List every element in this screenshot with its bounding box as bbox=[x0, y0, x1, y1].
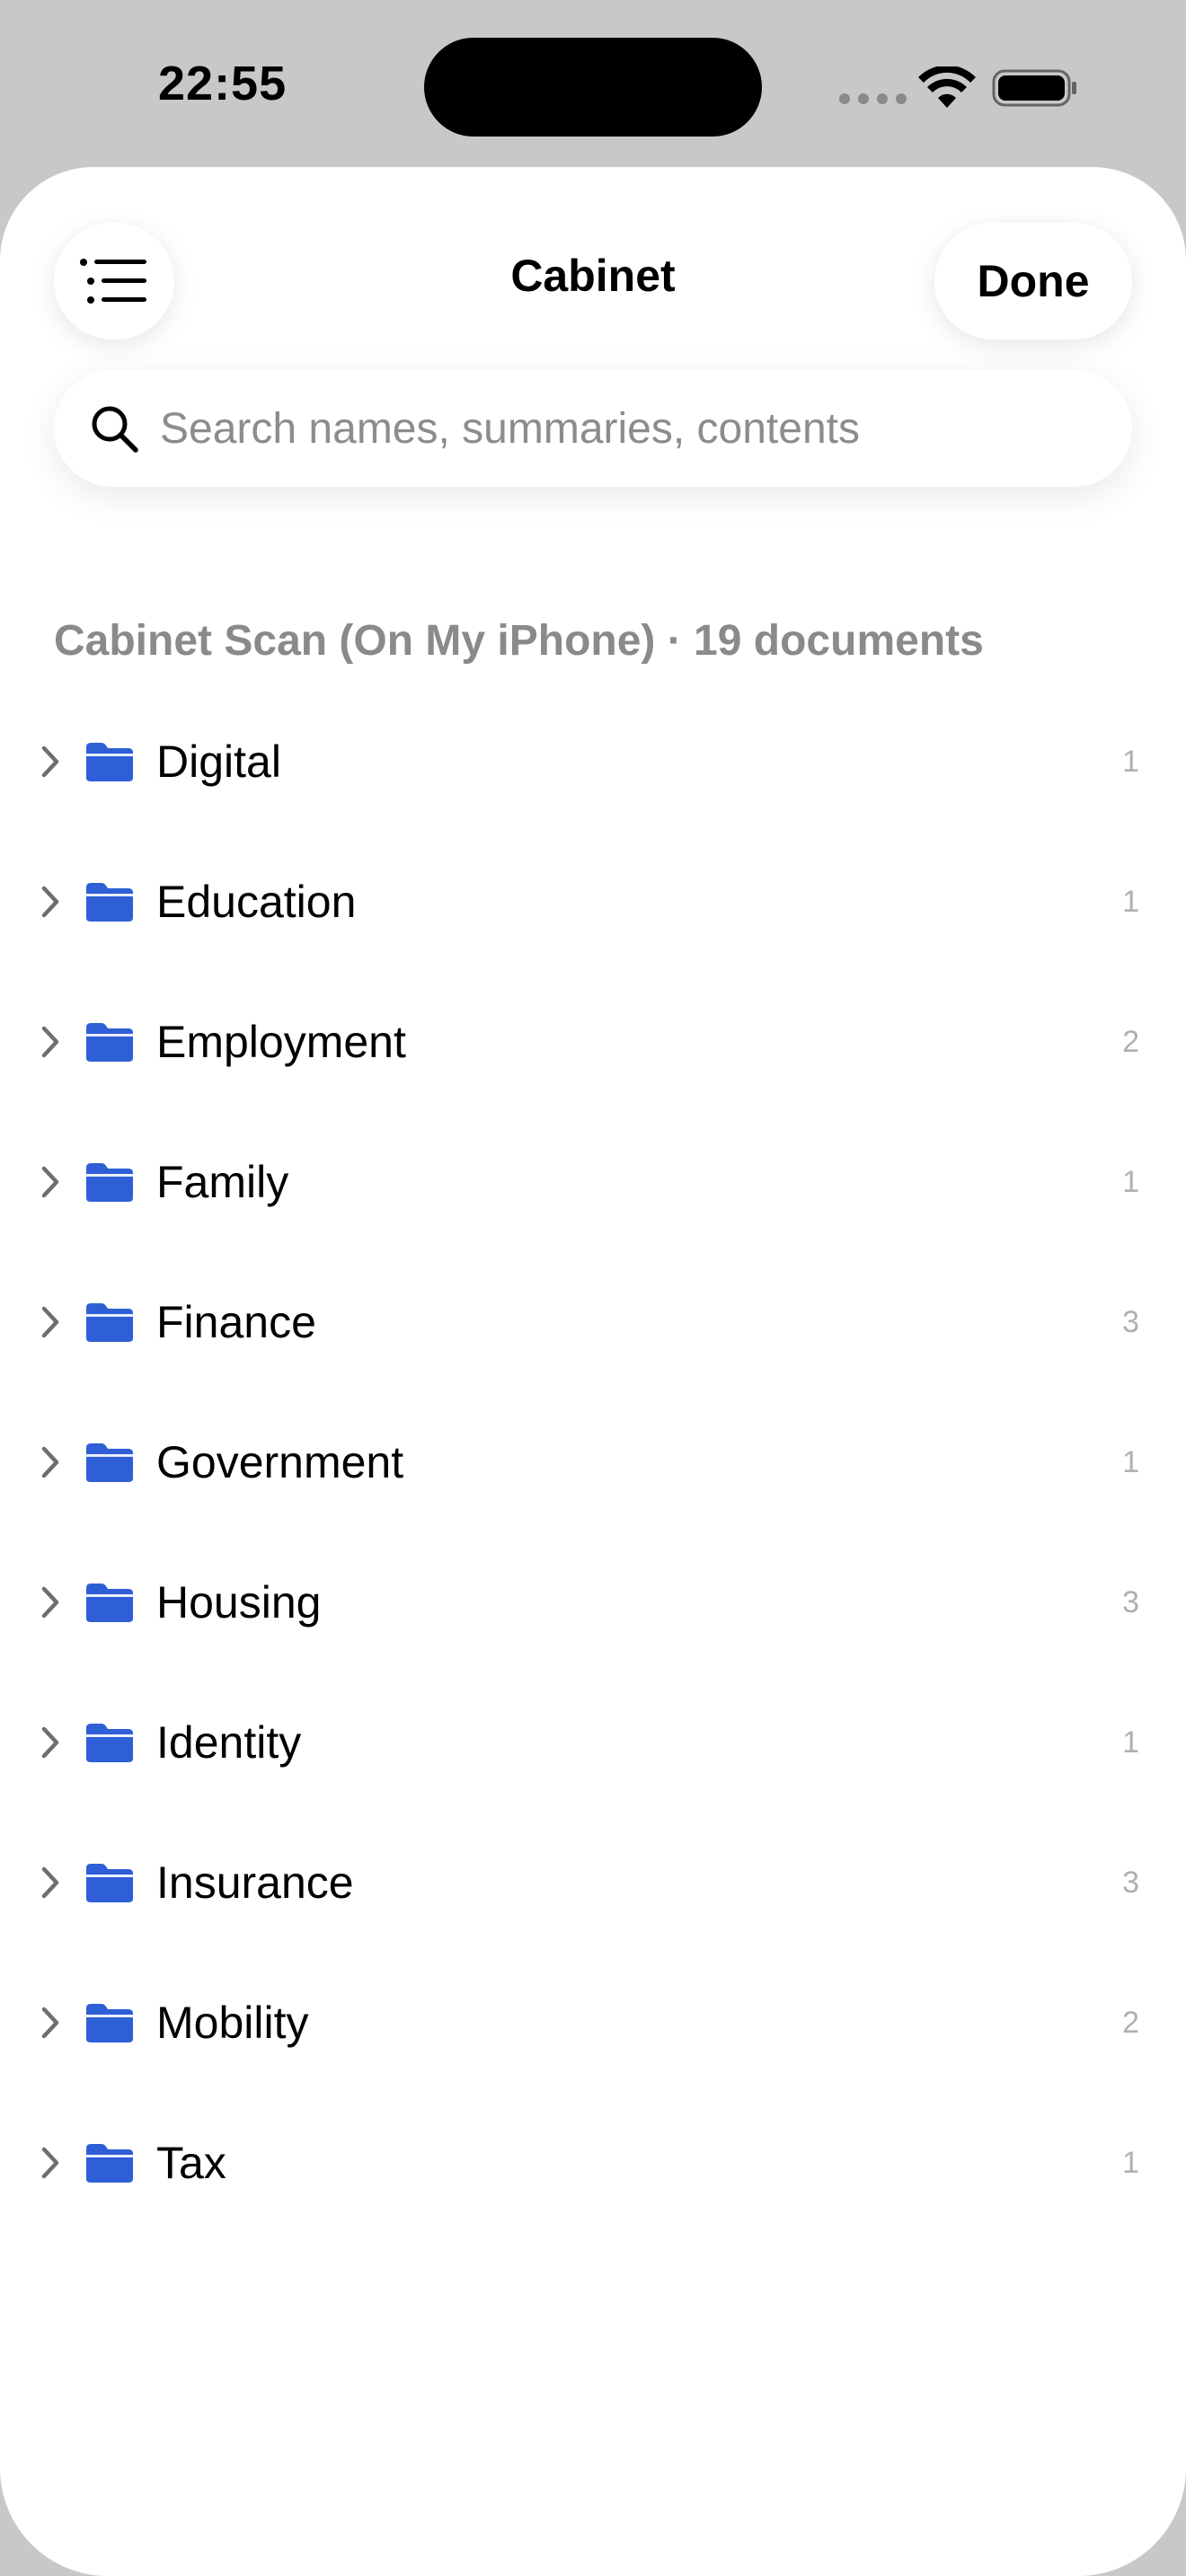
folder-name: Finance bbox=[156, 1297, 316, 1347]
menu-button[interactable] bbox=[54, 223, 174, 340]
chevron-right-icon bbox=[41, 1166, 59, 1198]
folder-name: Employment bbox=[156, 1017, 406, 1067]
folder-icon bbox=[86, 883, 133, 922]
folder-icon bbox=[86, 1724, 133, 1762]
cellular-signal-icon bbox=[839, 93, 907, 104]
section-header: Cabinet Scan (On My iPhone) · 19 documen… bbox=[54, 617, 984, 665]
chevron-right-icon bbox=[41, 1726, 59, 1759]
done-button[interactable]: Done bbox=[934, 223, 1132, 340]
folder-name: Mobility bbox=[156, 1998, 309, 2048]
folder-icon bbox=[86, 2004, 133, 2042]
folder-icon bbox=[86, 1303, 133, 1342]
status-bar: 22:55 bbox=[0, 0, 1186, 167]
chevron-right-icon bbox=[41, 886, 59, 918]
chevron-right-icon bbox=[41, 2147, 59, 2179]
folder-name: Identity bbox=[156, 1717, 302, 1768]
chevron-right-icon bbox=[41, 745, 59, 778]
search-bar[interactable] bbox=[54, 370, 1132, 487]
folder-icon bbox=[86, 1023, 133, 1062]
chevron-right-icon bbox=[41, 1306, 59, 1338]
wifi-icon bbox=[918, 66, 976, 108]
status-time: 22:55 bbox=[158, 57, 288, 110]
folder-count: 3 bbox=[1122, 1866, 1139, 1900]
folder-name: Education bbox=[156, 877, 357, 927]
folder-icon bbox=[86, 1443, 133, 1482]
folder-count: 1 bbox=[1122, 1445, 1139, 1479]
folder-count: 3 bbox=[1122, 1585, 1139, 1619]
folder-name: Family bbox=[156, 1157, 289, 1207]
folder-count: 1 bbox=[1122, 1725, 1139, 1760]
folder-name: Digital bbox=[156, 737, 281, 787]
folder-count: 1 bbox=[1122, 1165, 1139, 1199]
folder-icon bbox=[86, 1584, 133, 1622]
dynamic-island bbox=[424, 38, 762, 137]
folder-icon bbox=[86, 1163, 133, 1202]
search-input[interactable] bbox=[160, 370, 1094, 487]
folder-icon bbox=[86, 1864, 133, 1902]
chevron-right-icon bbox=[41, 1866, 59, 1899]
list-bullet-icon bbox=[80, 259, 146, 304]
folder-name: Insurance bbox=[156, 1857, 354, 1908]
chevron-right-icon bbox=[41, 2007, 59, 2039]
chevron-right-icon bbox=[41, 1446, 59, 1478]
folder-name: Housing bbox=[156, 1577, 322, 1628]
page-title: Cabinet bbox=[510, 251, 676, 301]
folder-row-tax[interactable]: Tax 1 bbox=[0, 2138, 1186, 2303]
folder-count: 3 bbox=[1122, 1305, 1139, 1339]
search-icon bbox=[92, 406, 138, 453]
cabinet-sheet: Cabinet Done Cabinet Scan (On My iPhone)… bbox=[0, 167, 1186, 2576]
folder-icon bbox=[86, 743, 133, 781]
folder-name: Tax bbox=[156, 2138, 226, 2188]
folder-icon bbox=[86, 2144, 133, 2183]
folder-count: 2 bbox=[1122, 1025, 1139, 1059]
folder-count: 1 bbox=[1122, 2146, 1139, 2180]
folder-name: Government bbox=[156, 1437, 404, 1487]
folder-count: 2 bbox=[1122, 2006, 1139, 2040]
folder-list: Digital 1 Education 1 Employment 2 Famil… bbox=[0, 737, 1186, 2303]
chevron-right-icon bbox=[41, 1586, 59, 1619]
folder-count: 1 bbox=[1122, 745, 1139, 779]
folder-count: 1 bbox=[1122, 885, 1139, 919]
battery-icon bbox=[992, 69, 1076, 107]
chevron-right-icon bbox=[41, 1026, 59, 1058]
